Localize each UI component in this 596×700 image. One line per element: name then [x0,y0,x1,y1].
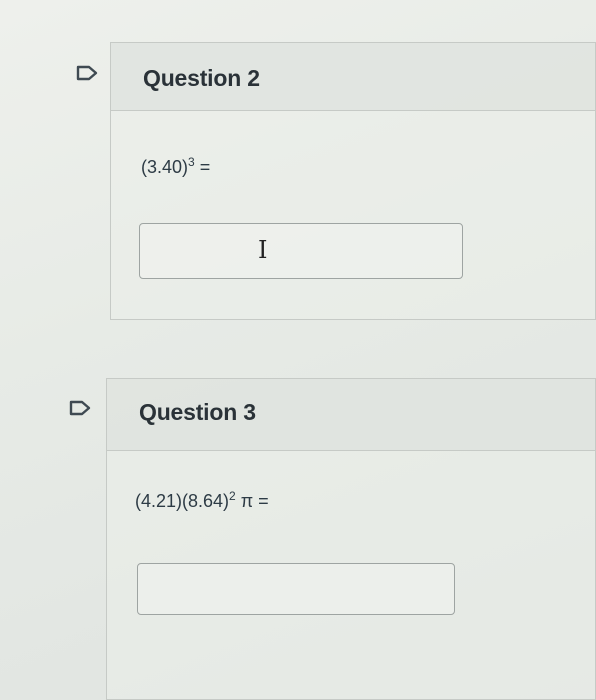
question-2-card: Question 2 (3.40)3 = I [110,42,596,320]
question-3-expr-exponent: 2 [229,489,236,503]
question-3-expression: (4.21)(8.64)2 π = [135,489,269,512]
question-3-title: Question 3 [139,399,256,425]
question-2-expression: (3.40)3 = [141,155,211,178]
flag-question-icon[interactable] [76,65,98,81]
text-cursor-icon: I [258,236,268,264]
question-3-header: Question 3 [107,379,595,451]
question-2-header: Question 2 [111,43,595,111]
question-3-expr-tail: π = [235,491,269,511]
flag-question-icon[interactable] [69,400,91,416]
question-3-card: Question 3 (4.21)(8.64)2 π = [106,378,596,700]
question-2-expr-tail: = [194,157,211,177]
question-2-expr-exponent: 3 [188,155,195,169]
question-2-title: Question 2 [143,65,260,91]
question-3-answer-input[interactable] [137,563,455,615]
question-3-expr-base: (4.21)(8.64) [135,491,230,511]
question-2-answer-input[interactable]: I [139,223,463,279]
question-2-expr-base: (3.40) [141,157,189,177]
